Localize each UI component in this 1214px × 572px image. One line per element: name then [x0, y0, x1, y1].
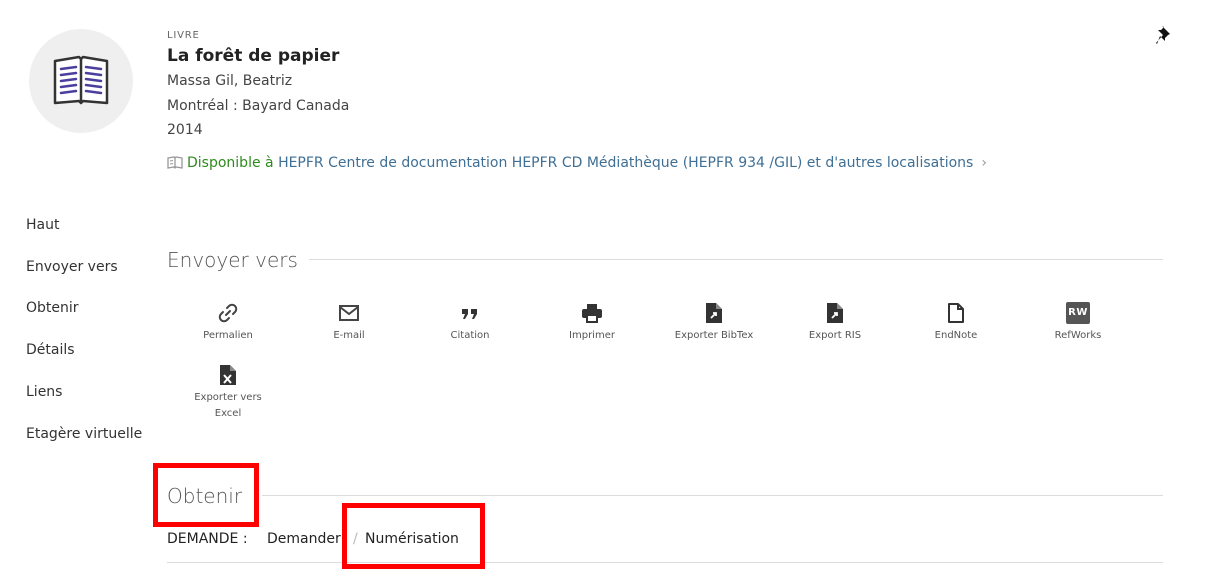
- record-title[interactable]: La forêt de papier: [167, 46, 339, 66]
- print-icon: [537, 301, 647, 325]
- request-label: DEMANDE :: [167, 531, 248, 547]
- action-label: E-mail: [333, 330, 365, 341]
- action-label: Export RIS: [808, 330, 862, 341]
- record-type: LIVRE: [167, 30, 200, 41]
- record-author: Massa Gil, Beatriz: [167, 73, 293, 89]
- action-label: Permalien: [203, 330, 253, 341]
- action-email[interactable]: E-mail: [294, 301, 404, 344]
- export-file-icon: [659, 301, 769, 325]
- section-divider: [262, 495, 1163, 496]
- mail-icon: [294, 301, 404, 325]
- action-permalink[interactable]: Permalien: [173, 301, 283, 344]
- nav-item-etagere-virtuelle[interactable]: Etagère virtuelle: [26, 426, 142, 442]
- nav-item-envoyer-vers[interactable]: Envoyer vers: [26, 259, 118, 275]
- highlight-box-obtenir: [153, 463, 259, 527]
- file-icon: [901, 301, 1011, 325]
- open-book-icon: [53, 55, 109, 105]
- section-divider: [167, 562, 1163, 563]
- availability-status: Disponible à: [187, 155, 279, 171]
- library-book-icon: [167, 156, 183, 173]
- nav-item-haut[interactable]: Haut: [26, 217, 59, 233]
- action-refworks[interactable]: RW RefWorks: [1023, 301, 1133, 344]
- action-export-excel[interactable]: Exporter vers Excel: [173, 363, 283, 422]
- book-thumbnail: [29, 29, 133, 133]
- highlight-box-numerisation: [342, 503, 485, 569]
- nav-item-obtenir[interactable]: Obtenir: [26, 300, 79, 316]
- nav-item-details[interactable]: Détails: [26, 342, 75, 358]
- action-export-bibtex[interactable]: Exporter BibTex: [659, 301, 769, 344]
- record-publisher: Montréal : Bayard Canada: [167, 98, 350, 114]
- action-label: Exporter vers Excel: [194, 392, 262, 419]
- chevron-right-icon: ›: [981, 155, 987, 171]
- quote-icon: [415, 301, 525, 325]
- availability-location: HEPFR Centre de documentation HEPFR CD M…: [278, 155, 974, 171]
- action-export-ris[interactable]: Export RIS: [780, 301, 890, 344]
- export-file-icon: [780, 301, 890, 325]
- action-label: RefWorks: [1054, 330, 1102, 341]
- action-print[interactable]: Imprimer: [537, 301, 647, 344]
- action-label: Imprimer: [569, 330, 615, 341]
- section-divider: [309, 259, 1163, 260]
- action-label: EndNote: [934, 330, 978, 341]
- link-icon: [173, 301, 283, 325]
- action-endnote[interactable]: EndNote: [901, 301, 1011, 344]
- request-option-demander[interactable]: Demander: [267, 531, 341, 547]
- pin-icon[interactable]: [1156, 25, 1174, 49]
- action-citation[interactable]: Citation: [415, 301, 525, 344]
- excel-icon: [173, 363, 283, 387]
- record-year: 2014: [167, 122, 203, 138]
- action-label: Exporter BibTex: [674, 330, 754, 341]
- refworks-icon: RW: [1066, 302, 1090, 324]
- action-label: Citation: [450, 330, 490, 341]
- nav-item-liens[interactable]: Liens: [26, 384, 62, 400]
- section-title-send-to: Envoyer vers: [167, 248, 298, 272]
- availability-line[interactable]: Disponible à HEPFR Centre de documentati…: [167, 155, 987, 173]
